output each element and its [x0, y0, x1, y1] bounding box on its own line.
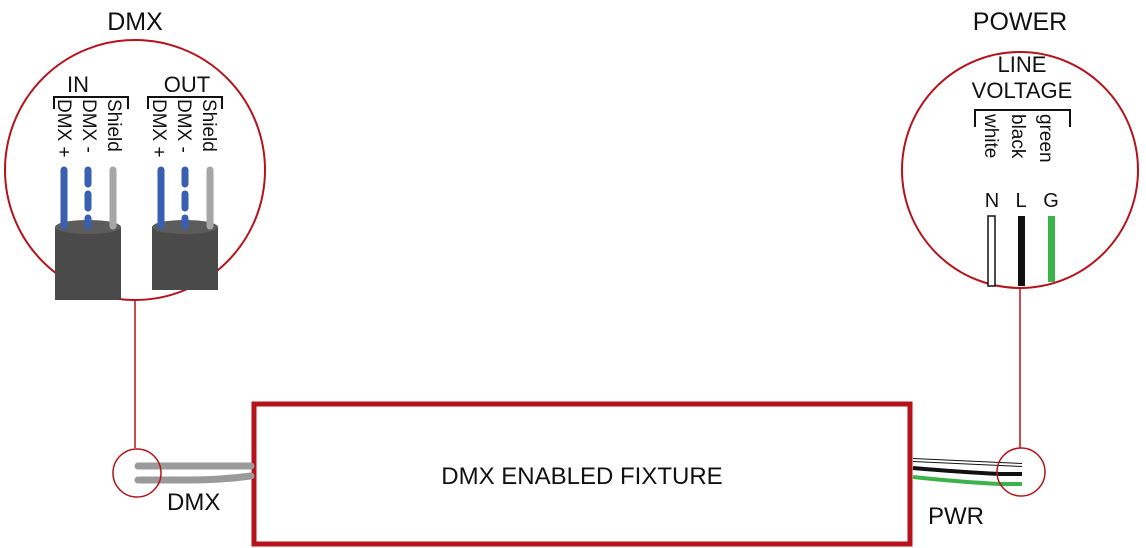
- line-voltage-line2: VOLTAGE: [972, 78, 1073, 103]
- wire-code-n: N: [985, 190, 999, 212]
- dmx-port-label: DMX: [167, 489, 220, 516]
- in-pin-dmx-minus: DMX -: [78, 99, 99, 153]
- wire-white: [987, 215, 996, 287]
- pwr-port-wires: [912, 458, 1023, 486]
- out-pin-dmx-plus: DMX +: [148, 99, 169, 158]
- wire-code-g: G: [1043, 190, 1059, 212]
- wire-color-black: black: [1007, 114, 1028, 159]
- in-pin-dmx-plus: DMX +: [53, 99, 74, 158]
- dmx-detail: DMX IN DMX + DMX - Shield OUT DMX + DMX …: [4, 8, 266, 301]
- in-label: IN: [67, 72, 89, 97]
- wire-code-l: L: [1015, 190, 1026, 212]
- wiring-diagram: DMX IN DMX + DMX - Shield OUT DMX + DMX …: [4, 8, 1139, 547]
- power-detail-title: POWER: [973, 8, 1067, 36]
- out-pin-dmx-minus: DMX -: [173, 99, 194, 153]
- wire-green: [1048, 216, 1055, 282]
- out-label: OUT: [164, 72, 210, 97]
- wire-black: [1018, 216, 1025, 286]
- fixture-label: DMX ENABLED FIXTURE: [441, 463, 722, 490]
- dmx-cable-lower: [134, 472, 255, 484]
- out-cable-jacket: [152, 227, 218, 290]
- dmx-detail-title: DMX: [107, 8, 163, 36]
- in-cable-jacket: [55, 227, 121, 300]
- out-pin-shield: Shield: [198, 99, 219, 152]
- dmx-port-cables: [134, 462, 255, 484]
- line-voltage-line1: LINE: [998, 52, 1047, 77]
- dmx-port-highlight: [112, 448, 162, 498]
- wire-color-green: green: [1035, 114, 1056, 163]
- dmx-detail-circle: [4, 39, 266, 301]
- in-pin-shield: Shield: [103, 99, 124, 152]
- pwr-wire-green: [912, 475, 1022, 486]
- wire-color-white: white: [980, 113, 1001, 158]
- pwr-port-label: PWR: [928, 503, 984, 530]
- power-detail: POWER LINE VOLTAGE white black green N L…: [901, 8, 1139, 289]
- pwr-wire-black: [912, 466, 1022, 476]
